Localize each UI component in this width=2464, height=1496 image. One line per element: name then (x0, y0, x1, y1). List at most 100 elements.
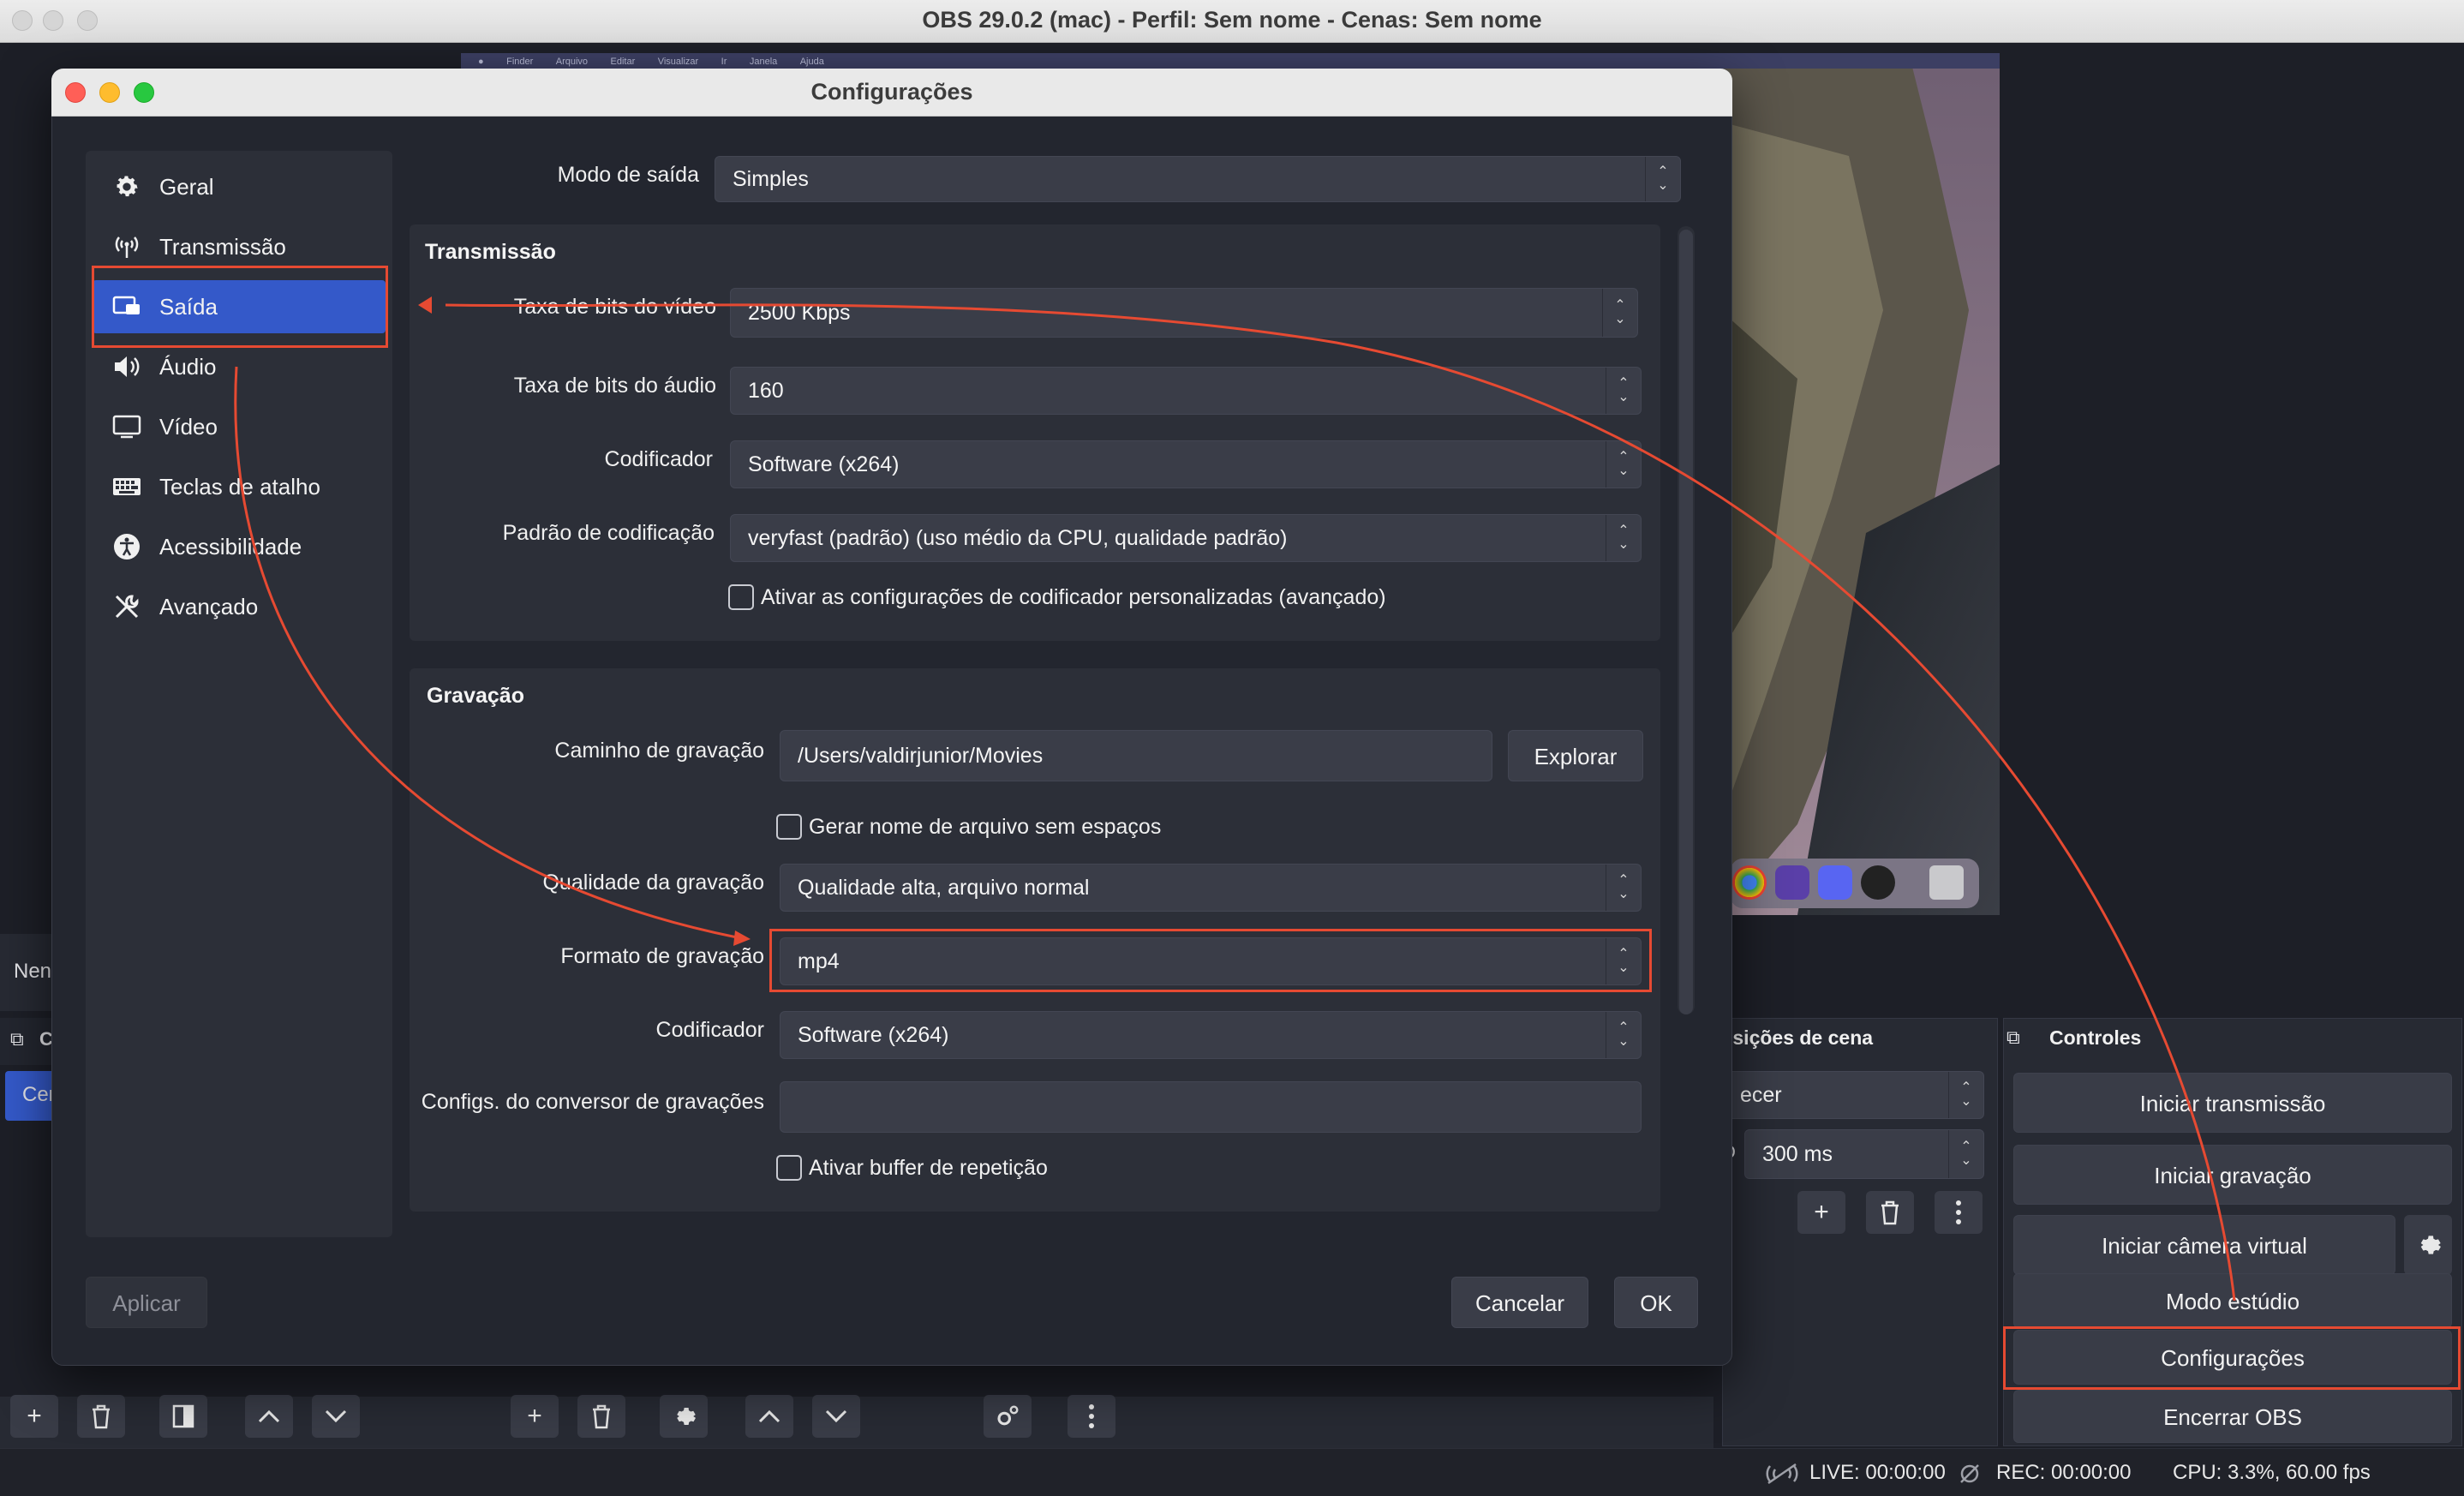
sidebar-item-general[interactable]: Geral (93, 160, 386, 213)
obs-icon (1861, 865, 1895, 900)
chevron-updown-icon: ⌃ ⌄ (1606, 865, 1641, 911)
preview-menubar: ● Finder Arquivo Editar Visualizar Ir Ja… (461, 53, 2000, 69)
ok-button[interactable]: OK (1614, 1277, 1698, 1328)
scrollbar-thumb[interactable] (1679, 230, 1693, 1014)
recording-encoder-select[interactable]: Software (x264) ⌃ ⌄ (780, 1011, 1642, 1059)
stream-encoder-select[interactable]: Software (x264) ⌃ ⌄ (730, 440, 1642, 488)
recording-path-input[interactable]: /Users/valdirjunior/Movies (780, 730, 1492, 781)
add-scene-button[interactable]: + (10, 1395, 58, 1438)
scene-filters-button[interactable] (159, 1395, 207, 1438)
move-scene-down-button[interactable] (312, 1395, 360, 1438)
stepper-icon: ⌃ ⌄ (1948, 1130, 1983, 1178)
virtual-camera-settings-button[interactable] (2404, 1215, 2452, 1275)
controls-title: Controles (2049, 1026, 2142, 1049)
encoder-preset-label: Padrão de codificação (502, 521, 715, 545)
sidebar-item-advanced[interactable]: Avançado (93, 580, 386, 633)
add-transition-button[interactable]: + (1797, 1191, 1845, 1234)
rec-disabled-icon (1960, 1464, 1979, 1483)
custom-encoder-checkbox[interactable] (728, 584, 754, 610)
chevron-down-icon (325, 1409, 347, 1423)
gear-icon (110, 170, 144, 204)
chrome-icon (1732, 865, 1767, 900)
duration-spinbox[interactable]: 300 ms ⌃ ⌄ (1744, 1129, 1984, 1179)
chevron-updown-icon: ⌃ ⌄ (1606, 515, 1641, 561)
exit-obs-button[interactable]: Encerrar OBS (2013, 1390, 2452, 1443)
remove-scene-button[interactable] (77, 1395, 125, 1438)
recording-path-label: Caminho de gravação (554, 739, 764, 763)
filter-icon (172, 1404, 194, 1428)
stream-encoder-label: Codificador (604, 447, 713, 471)
sidebar-item-label: Áudio (159, 353, 217, 380)
start-virtual-camera-button[interactable]: Iniciar câmera virtual (2013, 1215, 2395, 1275)
output-highlight-annotation (92, 266, 388, 348)
start-recording-button[interactable]: Iniciar gravação (2013, 1145, 2452, 1205)
apply-button[interactable]: Aplicar (86, 1277, 207, 1328)
browse-button[interactable]: Explorar (1508, 730, 1643, 781)
custom-encoder-checkbox-label: Ativar as configurações de codificador p… (761, 585, 1386, 609)
remove-transition-button[interactable] (1866, 1191, 1914, 1234)
format-highlight-annotation (769, 929, 1652, 992)
status-bar: LIVE: 00:00:00 REC: 00:00:00 CPU: 3.3%, … (0, 1448, 2464, 1496)
scene-item[interactable]: Cen (5, 1071, 60, 1121)
cancel-button[interactable]: Cancelar (1451, 1277, 1588, 1328)
move-source-up-button[interactable] (745, 1395, 793, 1438)
recording-format-label: Formato de gravação (560, 944, 764, 968)
transition-select[interactable]: ecer ⌃ ⌄ (1722, 1071, 1984, 1119)
chevron-updown-icon: ⌃ ⌄ (1606, 1012, 1641, 1058)
encoder-preset-select[interactable]: veryfast (padrão) (uso médio da CPU, qua… (730, 514, 1642, 562)
add-source-button[interactable]: + (511, 1395, 559, 1438)
sidebar-item-hotkeys[interactable]: Teclas de atalho (93, 460, 386, 513)
move-source-down-button[interactable] (812, 1395, 860, 1438)
window-title: OBS 29.0.2 (mac) - Perfil: Sem nome - Ce… (922, 7, 1542, 33)
remux-settings-label: Configs. do conversor de gravações (421, 1090, 764, 1114)
rec-timer: REC: 00:00:00 (1996, 1461, 2132, 1484)
sidebar-item-accessibility[interactable]: Acessibilidade (93, 520, 386, 573)
streaming-group-title: Transmissão (425, 240, 556, 264)
recording-encoder-label: Codificador (655, 1018, 764, 1042)
trash-icon (93, 1404, 110, 1429)
audio-bitrate-label: Taxa de bits do áudio (513, 374, 716, 398)
live-disabled-icon (1766, 1463, 1798, 1485)
audio-mixer-menu-button[interactable] (1068, 1395, 1115, 1438)
chevron-down-icon (825, 1409, 847, 1423)
video-bitrate-spinbox[interactable]: 2500 Kbps ⌃ ⌄ (730, 288, 1638, 338)
antenna-icon (110, 230, 144, 264)
source-properties-button[interactable] (660, 1395, 708, 1438)
trash-icon (1929, 865, 1964, 900)
dialog-title: Configurações (810, 79, 973, 105)
chevron-updown-icon: ⌃ ⌄ (1645, 157, 1680, 201)
sidebar-item-video[interactable]: Vídeo (93, 400, 386, 453)
sidebar-item-label: Geral (159, 173, 214, 200)
recording-quality-select[interactable]: Qualidade alta, arquivo normal ⌃ ⌄ (780, 864, 1642, 912)
output-mode-select[interactable]: Simples ⌃ ⌄ (715, 156, 1681, 202)
sidebar-item-label: Acessibilidade (159, 533, 302, 560)
recording-group-title: Gravação (427, 684, 524, 708)
chevron-updown-icon: ⌃ ⌄ (1606, 441, 1641, 488)
no-spaces-checkbox[interactable] (776, 814, 802, 840)
audio-mixer-settings-button[interactable] (984, 1395, 1032, 1438)
remove-source-button[interactable] (577, 1395, 625, 1438)
replay-buffer-checkbox[interactable] (776, 1155, 802, 1181)
chevron-updown-icon: ⌃ ⌄ (1948, 1072, 1983, 1118)
more-vertical-icon (1956, 1200, 1961, 1224)
settings-scrollbar[interactable] (1678, 226, 1695, 1014)
move-scene-up-button[interactable] (245, 1395, 293, 1438)
keyboard-icon (110, 470, 144, 504)
start-streaming-button[interactable]: Iniciar transmissão (2013, 1073, 2452, 1133)
streaming-group (410, 224, 1660, 641)
sidebar-item-label: Avançado (159, 593, 259, 619)
player-icon (1775, 865, 1809, 900)
replay-buffer-checkbox-label: Ativar buffer de repetição (809, 1156, 1048, 1180)
accessibility-icon (110, 530, 144, 564)
scenes-header: ⧉ C (0, 1018, 53, 1065)
no-spaces-checkbox-label: Gerar nome de arquivo sem espaços (809, 815, 1162, 839)
studio-mode-button[interactable]: Modo estúdio (2013, 1273, 2452, 1328)
sidebar-item-label: Teclas de atalho (159, 473, 320, 500)
remux-settings-input[interactable] (780, 1081, 1642, 1133)
audio-bitrate-select[interactable]: 160 ⌃ ⌄ (730, 367, 1642, 415)
more-vertical-icon (1089, 1404, 1094, 1428)
monitor-icon (110, 410, 144, 444)
gears-icon (997, 1405, 1019, 1426)
sidebar-item-audio[interactable]: Áudio (93, 340, 386, 393)
transition-menu-button[interactable] (1935, 1191, 1983, 1234)
